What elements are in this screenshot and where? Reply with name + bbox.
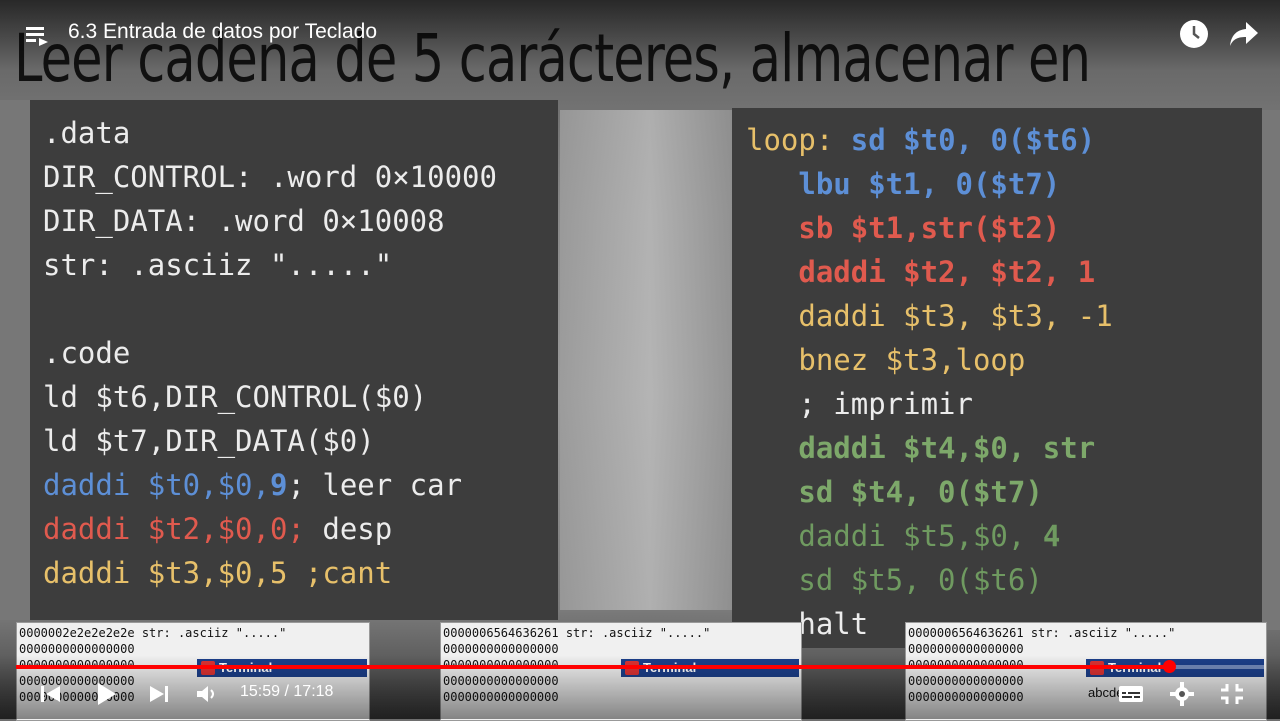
subtitles-icon[interactable] — [1118, 684, 1144, 708]
code-line: daddi $t5,$0, 4 — [746, 516, 1060, 556]
code-token: DIR_CONTROL: .word 0×10000 — [43, 160, 497, 194]
gear-icon[interactable] — [1170, 682, 1194, 710]
progress-bar[interactable] — [16, 660, 1264, 673]
code-line: lbu $t1, 0($t7) — [746, 164, 1060, 204]
previous-icon[interactable] — [40, 684, 62, 708]
clock-icon[interactable] — [1178, 18, 1210, 54]
current-time: 15:59 — [240, 683, 281, 700]
code-token: sb $t1,str($t2) — [746, 211, 1061, 245]
code-line: DIR_CONTROL: .word 0×10000 — [43, 157, 497, 197]
video-title[interactable]: 6.3 Entrada de datos por Teclado — [68, 20, 377, 44]
play-icon[interactable] — [96, 682, 118, 710]
code-line: daddi $t2, $t2, 1 — [746, 252, 1095, 292]
code-line: ; imprimir — [746, 384, 973, 424]
volume-icon[interactable] — [196, 684, 218, 708]
memory-row: 0000006564636261 str: .asciiz "....." — [443, 626, 711, 640]
code-token: daddi $t3,$0,5 ;cant — [43, 556, 393, 590]
code-line: .code — [43, 333, 130, 373]
share-icon[interactable] — [1228, 20, 1260, 52]
code-token: sd $t5, 0($t6) — [746, 563, 1043, 597]
memory-row: 0000006564636261 str: .asciiz "....." — [908, 626, 1176, 640]
code-token: lbu $t1, 0($t7) — [746, 167, 1061, 201]
time-display: 15:59 / 17:18 — [240, 683, 333, 701]
next-icon[interactable] — [148, 684, 170, 708]
code-token: ; imprimir — [746, 387, 973, 421]
code-token: 4 — [1042, 519, 1061, 553]
code-token: daddi $t0,$0, — [43, 468, 270, 502]
code-line: ld $t6,DIR_CONTROL($0) — [43, 377, 427, 417]
code-line: daddi $t4,$0, str — [746, 428, 1095, 468]
code-token: loop: — [746, 123, 851, 157]
time-separator: / — [284, 683, 289, 700]
background-blur — [560, 110, 740, 610]
progress-scrubber[interactable] — [1162, 660, 1176, 673]
code-token: daddi $t2, $t2, 1 — [746, 255, 1096, 289]
background-right-strip — [1260, 110, 1280, 630]
code-line: sb $t1,str($t2) — [746, 208, 1060, 248]
code-token: .code — [43, 336, 131, 370]
code-line: bnez $t3,loop — [746, 340, 1025, 380]
code-line: loop: sd $t0, 0($t6) — [746, 120, 1095, 160]
code-token: ld $t7,DIR_DATA($0) — [43, 424, 375, 458]
code-token: ld $t6,DIR_CONTROL($0) — [43, 380, 428, 414]
code-token: sd $t0, 0($t6) — [850, 123, 1096, 157]
code-token: str: .asciiz "....." — [43, 248, 393, 282]
progress-fill — [16, 665, 1169, 669]
left-code-panel: .data DIR_CONTROL: .word 0×10000 DIR_DATA:… — [30, 100, 558, 620]
code-token: .data — [43, 116, 131, 150]
right-code-panel: loop: sd $t0, 0($t6) lbu $t1, 0($t7) sb … — [732, 108, 1262, 648]
code-token: daddi $t4,$0, str — [746, 431, 1096, 465]
code-line: daddi $t3, $t3, -1 — [746, 296, 1113, 336]
code-line: daddi $t3,$0,5 ;cant — [43, 553, 392, 593]
code-token: daddi $t2,$0,0; — [43, 512, 305, 546]
memory-row: 0000002e2e2e2e2e str: .asciiz "....." — [19, 626, 287, 640]
code-line: str: .asciiz "....." — [43, 245, 392, 285]
duration: 17:18 — [293, 683, 334, 700]
code-line: sd $t5, 0($t6) — [746, 560, 1043, 600]
code-line: ld $t7,DIR_DATA($0) — [43, 421, 375, 461]
code-line: DIR_DATA: .word 0×10008 — [43, 201, 445, 241]
playlist-icon[interactable] — [24, 22, 52, 54]
exit-fullscreen-icon[interactable] — [1220, 683, 1244, 709]
code-token: daddi $t5,$0, — [746, 519, 1043, 553]
code-line: sd $t4, 0($t7) — [746, 472, 1043, 512]
code-line: .data — [43, 113, 130, 153]
code-token: sd $t4, 0($t7) — [746, 475, 1043, 509]
code-line: daddi $t2,$0,0; desp — [43, 509, 392, 549]
code-token: ; leer car — [287, 468, 463, 502]
code-token: bnez $t3,loop — [746, 343, 1026, 377]
code-token: 9 — [269, 468, 288, 502]
code-line: daddi $t0,$0,9; leer car — [43, 465, 462, 505]
code-token: daddi $t3, $t3, -1 — [746, 299, 1113, 333]
code-token: DIR_DATA: .word 0×10008 — [43, 204, 445, 238]
code-token: desp — [304, 512, 393, 546]
